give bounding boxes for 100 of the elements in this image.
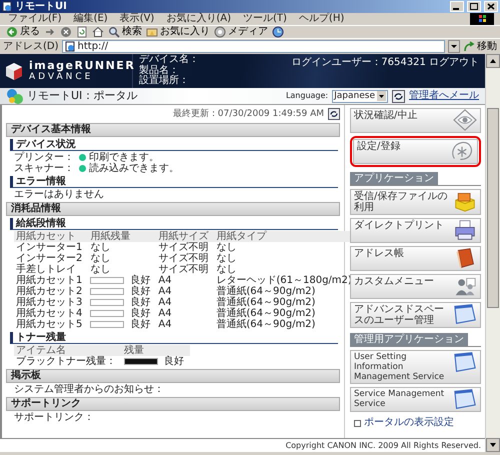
info-text: エラーはありません	[13, 189, 105, 200]
page-icon	[2, 1, 12, 12]
table-cell-text: 用紙カセット2	[15, 286, 84, 297]
eye-icon	[453, 109, 477, 131]
menu-button[interactable]: User Setting Information Management Service	[350, 350, 481, 384]
table-cell-text: 手差しトレイ	[15, 264, 77, 275]
maximize-icon[interactable]	[467, 1, 481, 12]
address-field[interactable]: http://	[62, 40, 445, 53]
scroll-thumb[interactable]	[487, 108, 499, 308]
page-title: リモートUI：ポータル	[27, 90, 138, 102]
table-cell-text: 普通紙(64～90g/m2)	[215, 319, 316, 330]
table-cell-text: インサーター2	[15, 253, 84, 264]
menu-button[interactable]: アドレス帳	[350, 246, 481, 271]
mail-link[interactable]: 管理者へメール	[409, 90, 479, 102]
table-cell: なし	[88, 264, 156, 275]
menu-item[interactable]: ツール(T)	[241, 13, 289, 25]
printer-icon	[453, 219, 477, 241]
table-cell-text: なし	[215, 253, 238, 264]
table-cell: 良好	[164, 356, 184, 367]
portal-settings-link[interactable]: ポータルの表示設定	[364, 417, 454, 429]
go-button[interactable]: 移動	[463, 40, 497, 52]
language-select[interactable]: Japanese	[332, 90, 388, 102]
copyright-text: Copyright CANON INC. 2009 All Rights Reserved.	[284, 440, 482, 452]
menu-button[interactable]: カスタムメニュー	[350, 274, 481, 299]
dropdown-icon	[377, 91, 386, 101]
table-cell-text: 用紙カセット4	[15, 308, 84, 319]
scrollbar[interactable]	[485, 54, 500, 452]
refresh-icon[interactable]	[392, 90, 405, 102]
status-text: 読み込みできます。	[89, 163, 179, 174]
minimize-icon[interactable]	[450, 1, 464, 12]
subsection-header: エラー情報	[10, 176, 338, 188]
logout-link[interactable]: ログアウト	[429, 57, 479, 68]
menu-item[interactable]: ヘルプ(H)	[296, 13, 346, 25]
table-cell-text: A4	[157, 319, 173, 330]
history-icon[interactable]	[272, 26, 284, 38]
section-header: デバイス基本情報	[6, 123, 340, 137]
window-title: リモートUI	[15, 0, 68, 12]
column-header: 用紙残量	[88, 231, 156, 242]
table-cell: なし	[88, 242, 156, 253]
table-cell-text: 用紙カセット5	[15, 319, 84, 330]
file-box-icon	[453, 190, 477, 212]
portal-icon	[6, 88, 23, 104]
scroll-up-icon[interactable]	[486, 54, 500, 68]
status-text: 印刷できます。	[89, 152, 159, 163]
level-bar	[124, 358, 158, 365]
people-icon	[453, 275, 477, 297]
refresh-icon[interactable]	[328, 108, 340, 120]
media-button[interactable]: メディア	[214, 26, 268, 38]
close-icon[interactable]	[484, 1, 498, 12]
column-header: 用紙サイズ	[156, 231, 214, 242]
table-cell: サイズ不明	[156, 242, 214, 253]
search-button[interactable]: 検索	[108, 26, 142, 38]
menu-button[interactable]: ダイレクトプリント	[350, 218, 481, 243]
menu-item[interactable]: 編集(E)	[72, 13, 110, 25]
back-button[interactable]: 戻る	[6, 26, 40, 38]
table-cell-text: A4	[157, 286, 173, 297]
folder-button[interactable]: お気に入り	[146, 26, 210, 38]
table-cell-text: サイズ不明	[157, 264, 210, 275]
menu-item[interactable]: 表示(V)	[118, 13, 156, 25]
menu-button[interactable]: 設定/登録	[353, 139, 478, 164]
table-cell: 良好	[130, 297, 150, 308]
page-icon	[64, 41, 75, 52]
menu-button[interactable]: 状況確認/中止	[350, 108, 481, 133]
menu-item[interactable]: お気に入り(A)	[164, 13, 233, 25]
window-icon	[453, 303, 477, 325]
folder-icon	[146, 26, 158, 38]
table-cell-text: サイズ不明	[157, 253, 210, 264]
table-cell-text: A4	[157, 275, 173, 286]
logo-text: ADVANCE	[29, 72, 94, 82]
menu-button[interactable]: 受信/保存ファイルの利用	[350, 189, 481, 215]
scroll-down-icon[interactable]	[486, 438, 500, 452]
search-icon	[108, 26, 120, 38]
login-user: ログインユーザー：7654321	[291, 57, 426, 68]
table-cell-text: 普通紙(64～90g/m2)	[215, 308, 316, 319]
table-cell: 良好	[130, 319, 150, 330]
table-cell: インサーター1	[14, 242, 88, 253]
arrow-icon	[463, 40, 475, 52]
column-header: 用紙カセット	[14, 231, 88, 242]
window-icon	[453, 351, 477, 373]
device-field-label: 製品名：	[139, 66, 180, 76]
menu-button[interactable]: Service Management Service	[350, 387, 481, 412]
table-cell-text: なし	[89, 253, 112, 264]
section-header: 掲示板	[6, 369, 340, 383]
group-header: アプリケーション	[350, 172, 438, 185]
home-icon[interactable]	[92, 26, 104, 38]
menu-item[interactable]: ファイル(F)	[6, 13, 64, 25]
column-header: アイテム名	[14, 345, 122, 356]
window-icon	[453, 388, 477, 410]
info-text: サポートリンク：	[13, 412, 95, 423]
logo-text: imageRUNNER	[29, 60, 136, 72]
last-updated: 最終更新：07/30/2009 1:49:59 AM	[172, 108, 324, 120]
asterisk-icon	[450, 140, 474, 162]
table-cell-text: 普通紙(64～90g/m2)	[215, 297, 316, 308]
cube-logo-icon	[5, 62, 23, 80]
column-header: 残量	[122, 345, 190, 356]
menu-button[interactable]: アドバンスドスペースのユーザー管理	[350, 302, 481, 328]
dropdown-icon[interactable]	[448, 40, 460, 53]
stop-icon[interactable]	[60, 26, 72, 38]
table-cell: 良好	[130, 286, 150, 297]
section-header: 消耗品情報	[6, 202, 340, 216]
